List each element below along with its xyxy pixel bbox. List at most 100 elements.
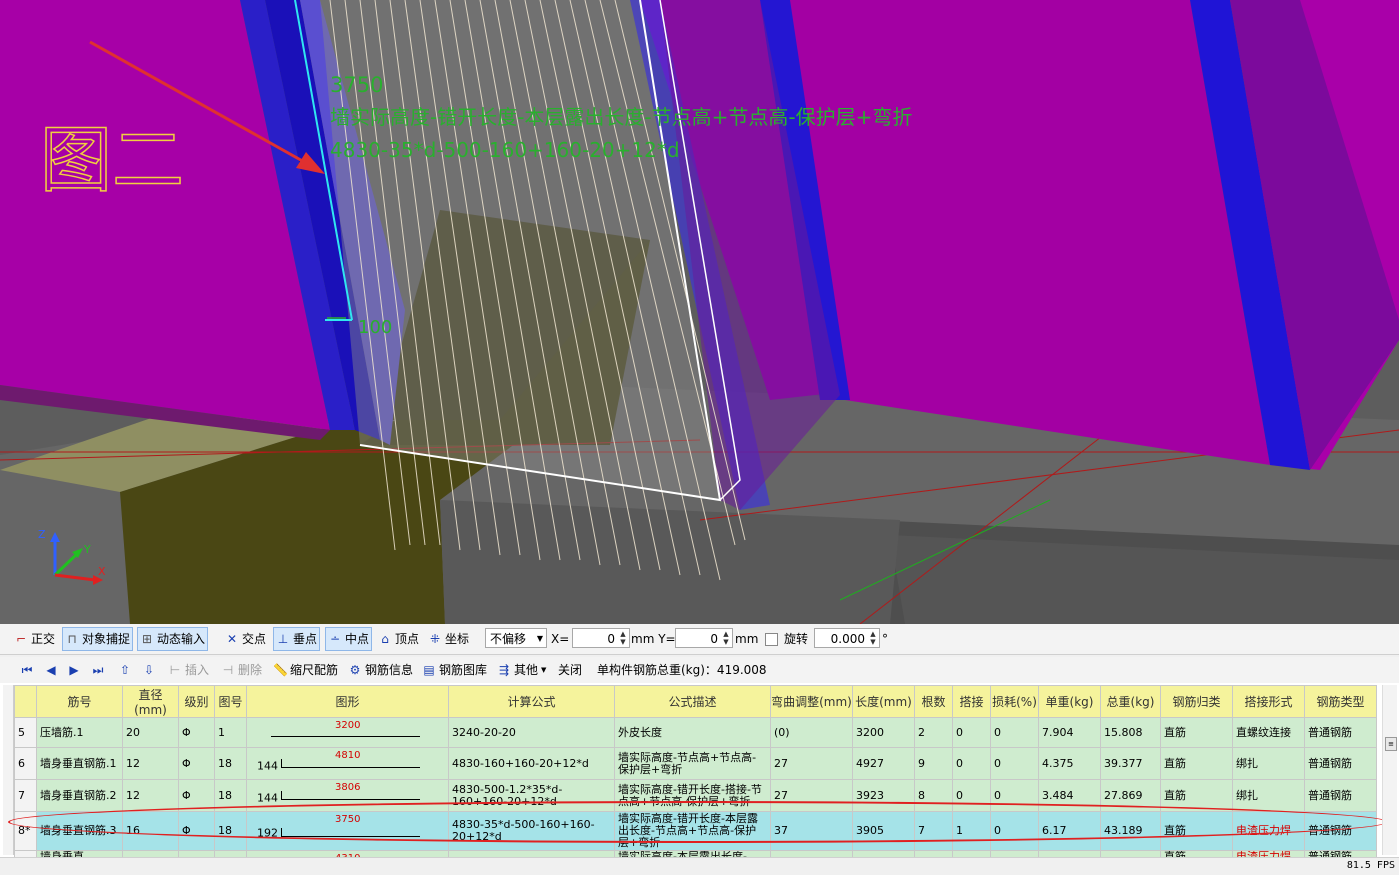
delete-button[interactable]: ⊣ 删除 bbox=[221, 659, 262, 681]
cell-loss[interactable]: 0 bbox=[990, 811, 1039, 851]
cell-count[interactable]: 8 bbox=[914, 779, 953, 812]
rebar-info-button[interactable]: ⚙ 钢筋信息 bbox=[348, 659, 413, 681]
cell-formula[interactable]: 4830-160+160-20+12*d bbox=[448, 747, 615, 780]
row-number[interactable]: 8* bbox=[14, 811, 37, 851]
cell-lap-type[interactable]: 直螺纹连接 bbox=[1232, 717, 1305, 748]
cell-length[interactable]: 3905 bbox=[852, 811, 915, 851]
cell-grade[interactable]: Φ bbox=[178, 717, 215, 748]
column-header[interactable]: 图形 bbox=[246, 685, 449, 718]
column-header[interactable]: 钢筋类型 bbox=[1304, 685, 1377, 718]
object-snap-button[interactable]: ⊓ 对象捕捉 bbox=[62, 627, 134, 651]
3d-viewport[interactable]: 图二 3750 墙实际高度-错开长度-本层露出长度-节点高+节点高-保护层+弯折… bbox=[0, 0, 1399, 624]
cell-rebar-type[interactable]: 普通钢筋 bbox=[1304, 811, 1377, 851]
close-button[interactable]: 关闭 bbox=[558, 659, 582, 681]
cell-loss[interactable]: 0 bbox=[990, 747, 1039, 780]
cell-name[interactable]: 墙身垂直钢筋.3 bbox=[36, 811, 123, 851]
cell-fig[interactable]: 18 bbox=[214, 779, 247, 812]
cell-length[interactable]: 4927 bbox=[852, 747, 915, 780]
cell-name[interactable]: 墙身垂直钢筋.1 bbox=[36, 747, 123, 780]
cell-count[interactable]: 9 bbox=[914, 747, 953, 780]
cell-fig[interactable]: 18 bbox=[214, 747, 247, 780]
cell-total-w[interactable]: 43.189 bbox=[1100, 811, 1161, 851]
cell-dia[interactable]: 12 bbox=[122, 779, 179, 812]
cell-formula[interactable]: 4830-35*d-500-160+160-20+12*d bbox=[448, 811, 615, 851]
cell-rebar-type[interactable]: 普通钢筋 bbox=[1304, 779, 1377, 812]
spin-icon[interactable]: ▲ ▼ bbox=[721, 630, 731, 646]
column-header[interactable]: 长度(mm) bbox=[852, 685, 915, 718]
cell-category[interactable]: 直筋 bbox=[1160, 717, 1233, 748]
other-menu-button[interactable]: ⇶ 其他 ▼ bbox=[497, 659, 546, 681]
midpoint-button[interactable]: ∸ 中点 bbox=[325, 627, 373, 651]
cell-dia[interactable]: 20 bbox=[122, 717, 179, 748]
cell-unit-w[interactable]: 6.17 bbox=[1038, 811, 1101, 851]
ortho-button[interactable]: ⌐ 正交 bbox=[14, 628, 55, 650]
cell-unit-w[interactable]: 3.484 bbox=[1038, 779, 1101, 812]
cell-fig[interactable]: 18 bbox=[214, 811, 247, 851]
cell-lap[interactable]: 1 bbox=[952, 811, 991, 851]
spin-icon[interactable]: ▲ ▼ bbox=[868, 630, 878, 646]
rotate-checkbox[interactable] bbox=[765, 633, 778, 646]
cell-desc[interactable]: 墙实际高度-错开长度-搭接-节点高+节点高-保护层+弯折 bbox=[614, 779, 771, 812]
vertex-button[interactable]: ⌂ 顶点 bbox=[378, 628, 419, 650]
cell-loss[interactable]: 0 bbox=[990, 779, 1039, 812]
cell-dia[interactable]: 16 bbox=[122, 811, 179, 851]
row-number[interactable]: 6 bbox=[14, 747, 37, 780]
rebar-shape-cell[interactable]: 144 4810 bbox=[246, 747, 449, 780]
column-header[interactable]: 计算公式 bbox=[448, 685, 615, 718]
move-down-button[interactable]: ⇩ bbox=[142, 659, 156, 681]
rebar-library-button[interactable]: ▤ 钢筋图库 bbox=[422, 659, 487, 681]
column-header[interactable]: 公式描述 bbox=[614, 685, 771, 718]
cell-unit-w[interactable]: 7.904 bbox=[1038, 717, 1101, 748]
cell-loss[interactable]: 0 bbox=[990, 717, 1039, 748]
cell-bend[interactable]: 27 bbox=[770, 779, 853, 812]
table-row[interactable]: 7 墙身垂直钢筋.2 12 Φ 18 144 3806 4830-500-1.2*35*d-1… bbox=[14, 779, 1377, 812]
cell-grade[interactable]: Φ bbox=[178, 779, 215, 812]
cell-name[interactable]: 墙身垂直钢筋.2 bbox=[36, 779, 123, 812]
column-header[interactable]: 损耗(%) bbox=[990, 685, 1039, 718]
cell-grade[interactable]: Φ bbox=[178, 811, 215, 851]
column-header[interactable]: 根数 bbox=[914, 685, 953, 718]
x-input[interactable]: 0 ▲ ▼ bbox=[572, 628, 630, 648]
cell-grade[interactable]: Φ bbox=[178, 747, 215, 780]
cell-desc[interactable]: 墙实际高度-错开长度-本层露出长度-节点高+节点高-保护层+弯折 bbox=[614, 811, 771, 851]
table-row[interactable]: 8* 墙身垂直钢筋.3 16 Φ 18 192 3750 4830-35*d-500-160+… bbox=[14, 811, 1377, 851]
cell-rebar-type[interactable]: 普通钢筋 bbox=[1304, 747, 1377, 780]
column-header[interactable]: 搭接 bbox=[952, 685, 991, 718]
prev-record-button[interactable]: ◀ bbox=[44, 659, 58, 681]
table-row[interactable]: 5 压墙筋.1 20 Φ 1 3200 3240-20-20 外皮长度 (0) 3200 2 0 0 7.… bbox=[14, 717, 1377, 748]
cell-length[interactable]: 3200 bbox=[852, 717, 915, 748]
cell-name[interactable]: 压墙筋.1 bbox=[36, 717, 123, 748]
cell-total-w[interactable]: 39.377 bbox=[1100, 747, 1161, 780]
cell-lap[interactable]: 0 bbox=[952, 779, 991, 812]
spin-icon[interactable]: ▲ ▼ bbox=[618, 630, 628, 646]
column-header[interactable]: 图号 bbox=[214, 685, 247, 718]
rebar-shape-cell[interactable]: 192 3750 bbox=[246, 811, 449, 851]
row-number[interactable]: 7 bbox=[14, 779, 37, 812]
offset-select[interactable]: 不偏移 ▼ bbox=[485, 628, 547, 648]
cell-category[interactable]: 直筋 bbox=[1160, 811, 1233, 851]
rebar-shape-cell[interactable]: 144 3806 bbox=[246, 779, 449, 812]
cell-fig[interactable]: 1 bbox=[214, 717, 247, 748]
cell-lap[interactable]: 0 bbox=[952, 717, 991, 748]
cell-bend[interactable]: (0) bbox=[770, 717, 853, 748]
cell-lap-type[interactable]: 绑扎 bbox=[1232, 747, 1305, 780]
column-header[interactable]: 搭接形式 bbox=[1232, 685, 1305, 718]
scale-rebar-button[interactable]: 📏 缩尺配筋 bbox=[273, 659, 338, 681]
cell-lap-type[interactable]: 电渣压力焊 bbox=[1232, 811, 1305, 851]
row-number[interactable]: 5 bbox=[14, 717, 37, 748]
3d-scene[interactable]: 图二 3750 墙实际高度-错开长度-本层露出长度-节点高+节点高-保护层+弯折… bbox=[0, 0, 1399, 624]
insert-button[interactable]: ⊢ 插入 bbox=[168, 659, 209, 681]
table-scrollbar[interactable]: ≡ bbox=[1382, 685, 1397, 855]
cell-category[interactable]: 直筋 bbox=[1160, 747, 1233, 780]
intersection-button[interactable]: ✕ 交点 bbox=[225, 628, 266, 650]
cell-lap[interactable]: 0 bbox=[952, 747, 991, 780]
cell-total-w[interactable]: 15.808 bbox=[1100, 717, 1161, 748]
last-record-button[interactable]: ⏭ bbox=[91, 659, 105, 681]
cell-desc[interactable]: 外皮长度 bbox=[614, 717, 771, 748]
cell-count[interactable]: 2 bbox=[914, 717, 953, 748]
table-row[interactable]: 6 墙身垂直钢筋.1 12 Φ 18 144 4810 4830-160+160-20+12*… bbox=[14, 747, 1377, 780]
cell-category[interactable]: 直筋 bbox=[1160, 779, 1233, 812]
rebar-shape-cell[interactable]: 3200 bbox=[246, 717, 449, 748]
column-header[interactable] bbox=[14, 685, 37, 718]
first-record-button[interactable]: ⏮ bbox=[20, 659, 34, 681]
